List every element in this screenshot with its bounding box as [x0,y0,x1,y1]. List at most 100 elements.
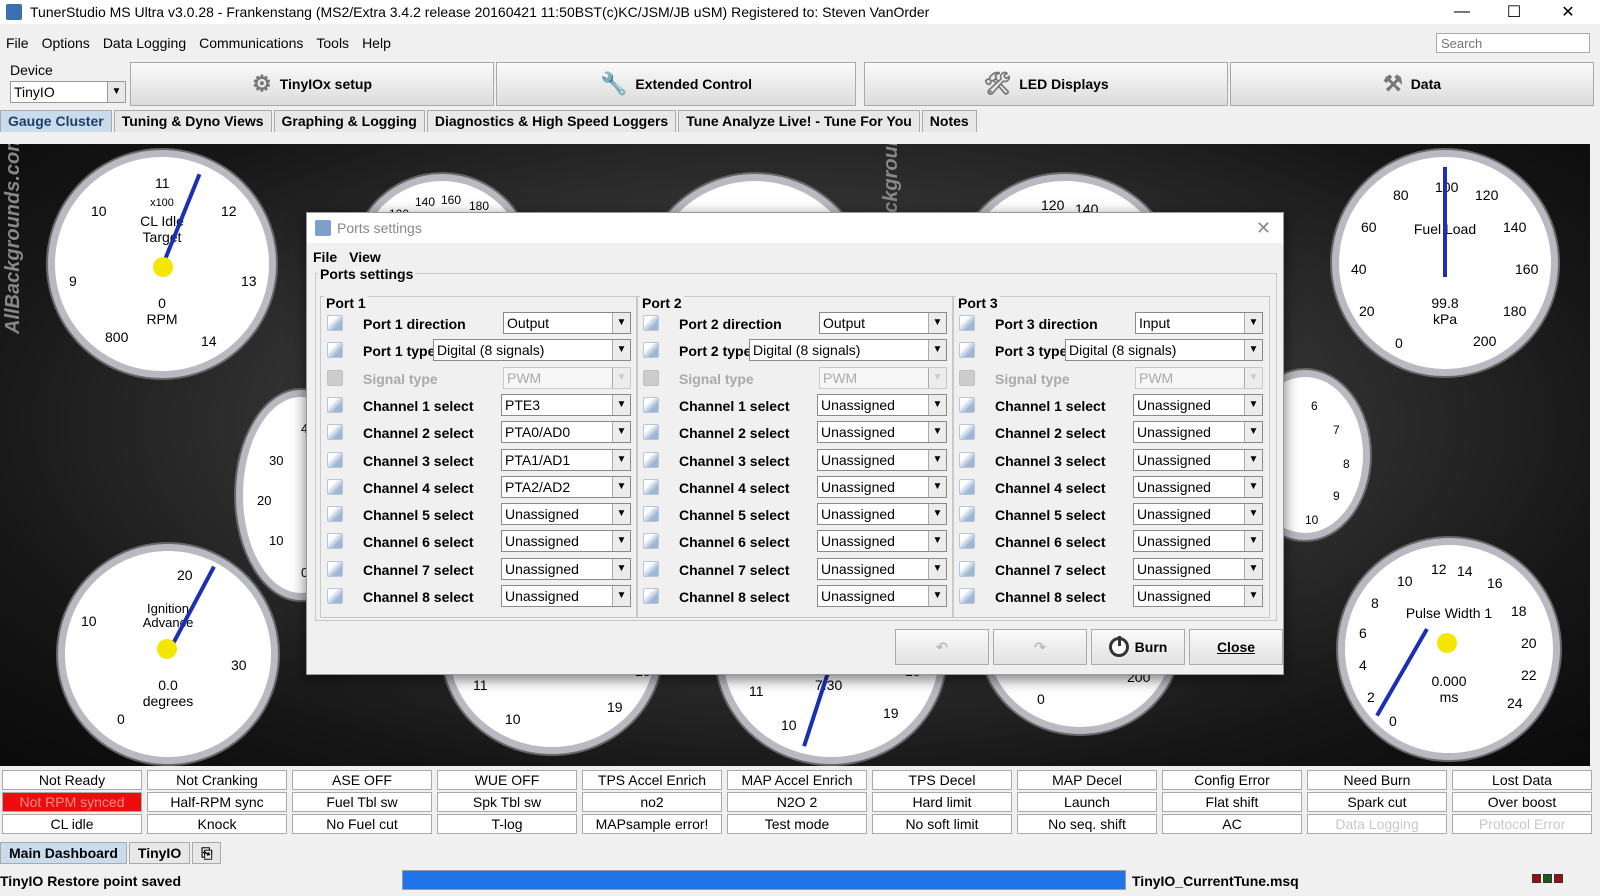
port-3-channel-2-select[interactable]: Unassigned ▼ [1133,421,1263,444]
tab-graphing-logging[interactable]: Graphing & Logging [273,110,425,132]
chevron-down-icon[interactable]: ▼ [612,394,630,415]
port-3-channel-5-select[interactable]: Unassigned ▼ [1133,503,1263,526]
dialog-menu-file[interactable]: File [313,249,337,265]
port-1-type-select[interactable]: Digital (8 signals) ▼ [433,339,631,362]
close-dialog-button[interactable]: Close [1189,629,1283,665]
chevron-down-icon[interactable]: ▼ [612,422,630,443]
chevron-down-icon[interactable]: ▼ [612,558,630,579]
chevron-down-icon[interactable]: ▼ [612,449,630,470]
chevron-down-icon[interactable]: ▼ [612,313,630,333]
chevron-down-icon[interactable]: ▼ [928,394,946,415]
tab-tinyio[interactable]: TinyIO [128,842,191,864]
edit-icon[interactable] [959,396,975,413]
port-3-channel-1-select[interactable]: Unassigned ▼ [1133,393,1263,416]
port-2-channel-8-select[interactable]: Unassigned ▼ [817,585,947,607]
menu-help[interactable]: Help [356,35,398,51]
tab-tuning-dyno[interactable]: Tuning & Dyno Views [113,110,272,132]
port-3-direction-select[interactable]: Input ▼ [1135,312,1263,334]
edit-icon[interactable] [643,342,659,359]
edit-icon[interactable] [327,533,343,550]
chevron-down-icon[interactable]: ▼ [928,340,946,361]
edit-icon[interactable] [959,342,975,359]
port-1-channel-2-select[interactable]: PTA0/AD0 ▼ [501,421,631,444]
tab-notes[interactable]: Notes [921,110,977,132]
tab-main-dashboard[interactable]: Main Dashboard [0,842,127,864]
edit-icon[interactable] [959,588,975,604]
chevron-down-icon[interactable]: ▼ [1244,449,1262,470]
chevron-down-icon[interactable]: ▼ [928,476,946,497]
chevron-down-icon[interactable]: ▼ [612,340,630,361]
port-2-direction-select[interactable]: Output ▼ [819,312,947,334]
chevron-down-icon[interactable]: ▼ [1244,504,1262,525]
edit-icon[interactable] [327,560,343,577]
edit-icon[interactable] [959,533,975,550]
add-tab-icon[interactable]: ⎘ [192,842,222,864]
chevron-down-icon[interactable]: ▼ [1244,531,1262,552]
port-1-channel-4-select[interactable]: PTA2/AD2 ▼ [501,475,631,498]
edit-icon[interactable] [959,451,975,468]
port-3-channel-3-select[interactable]: Unassigned ▼ [1133,448,1263,471]
port-2-type-select[interactable]: Digital (8 signals) ▼ [749,339,947,362]
chevron-down-icon[interactable]: ▼ [1244,422,1262,443]
menu-file[interactable]: File [0,35,36,51]
port-2-channel-6-select[interactable]: Unassigned ▼ [817,530,947,553]
port-1-channel-1-select[interactable]: PTE3 ▼ [501,393,631,416]
led-displays-button[interactable]: 🛠 LED Displays [864,62,1228,106]
edit-icon[interactable] [643,396,659,413]
port-1-channel-8-select[interactable]: Unassigned ▼ [501,585,631,607]
extended-control-button[interactable]: 🔧 Extended Control [496,62,856,106]
burn-button[interactable]: Burn [1091,629,1185,665]
edit-icon[interactable] [327,424,343,441]
edit-icon[interactable] [327,451,343,468]
edit-icon[interactable] [643,424,659,441]
dialog-menu-view[interactable]: View [349,249,381,265]
edit-icon[interactable] [643,560,659,577]
port-1-channel-5-select[interactable]: Unassigned ▼ [501,503,631,526]
edit-icon[interactable] [959,506,975,523]
chevron-down-icon[interactable]: ▼ [928,504,946,525]
port-3-channel-8-select[interactable]: Unassigned ▼ [1133,585,1263,607]
port-3-channel-6-select[interactable]: Unassigned ▼ [1133,530,1263,553]
tab-tune-analyze[interactable]: Tune Analyze Live! - Tune For You [678,110,920,132]
port-1-direction-select[interactable]: Output ▼ [503,312,631,334]
chevron-down-icon[interactable]: ▼ [1244,340,1262,361]
port-2-channel-5-select[interactable]: Unassigned ▼ [817,503,947,526]
port-1-channel-6-select[interactable]: Unassigned ▼ [501,530,631,553]
chevron-down-icon[interactable]: ▼ [928,449,946,470]
port-1-channel-3-select[interactable]: PTA1/AD1 ▼ [501,448,631,471]
edit-icon[interactable] [643,506,659,523]
tab-gauge-cluster[interactable]: Gauge Cluster [0,110,112,132]
port-2-channel-4-select[interactable]: Unassigned ▼ [817,475,947,498]
undo-button[interactable]: ↶ [895,629,989,665]
close-icon[interactable]: ✕ [1256,218,1271,239]
chevron-down-icon[interactable]: ▼ [612,531,630,552]
edit-icon[interactable] [327,342,343,359]
port-2-channel-2-select[interactable]: Unassigned ▼ [817,421,947,444]
menu-communications[interactable]: Communications [193,35,310,51]
chevron-down-icon[interactable]: ▼ [1244,586,1262,606]
edit-icon[interactable] [959,424,975,441]
port-2-channel-1-select[interactable]: Unassigned ▼ [817,393,947,416]
redo-button[interactable]: ↷ [993,629,1087,665]
chevron-down-icon[interactable]: ▼ [1244,558,1262,579]
edit-icon[interactable] [327,506,343,523]
edit-icon[interactable] [959,478,975,495]
chevron-down-icon[interactable]: ▼ [612,476,630,497]
chevron-down-icon[interactable]: ▼ [928,422,946,443]
tab-diagnostics[interactable]: Diagnostics & High Speed Loggers [426,110,677,132]
chevron-down-icon[interactable]: ▼ [1244,313,1262,333]
chevron-down-icon[interactable]: ▼ [928,558,946,579]
edit-icon[interactable] [327,478,343,495]
edit-icon[interactable] [643,451,659,468]
maximize-button[interactable]: ☐ [1488,0,1540,24]
port-3-type-select[interactable]: Digital (8 signals) ▼ [1065,339,1263,362]
port-2-channel-7-select[interactable]: Unassigned ▼ [817,557,947,580]
chevron-down-icon[interactable]: ▼ [612,586,630,606]
device-combo[interactable]: TinyIO ▼ [10,81,126,103]
edit-icon[interactable] [327,396,343,413]
close-button[interactable]: ✕ [1542,0,1594,24]
edit-icon[interactable] [327,588,343,604]
edit-icon[interactable] [643,533,659,550]
chevron-down-icon[interactable]: ▼ [1244,394,1262,415]
minimize-button[interactable]: — [1436,0,1488,24]
